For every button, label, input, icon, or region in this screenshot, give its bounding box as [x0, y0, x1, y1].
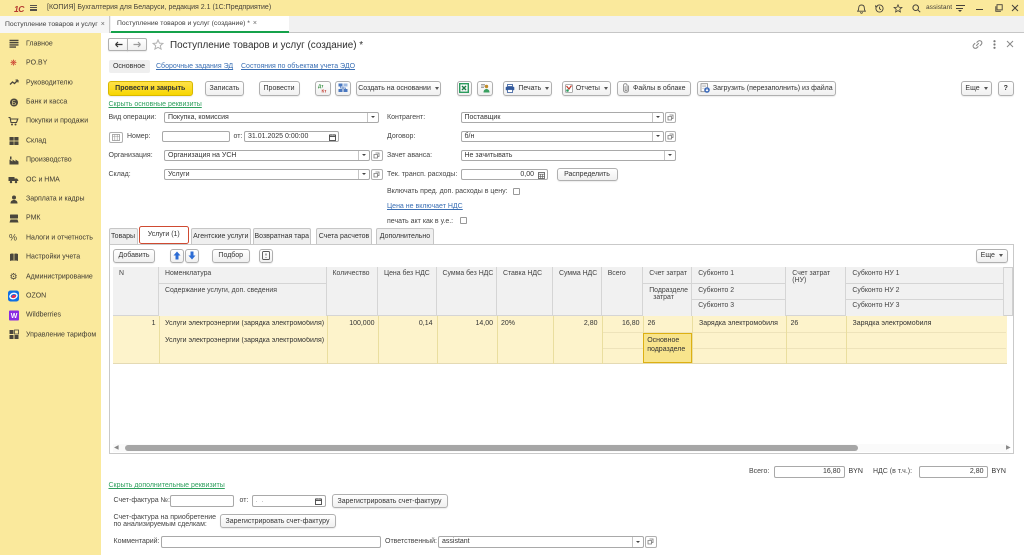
svg-text:Кт: Кт	[321, 89, 327, 94]
svg-text:W: W	[10, 313, 17, 320]
svg-text:%: %	[9, 233, 17, 243]
svg-text:Б: Б	[11, 99, 15, 106]
